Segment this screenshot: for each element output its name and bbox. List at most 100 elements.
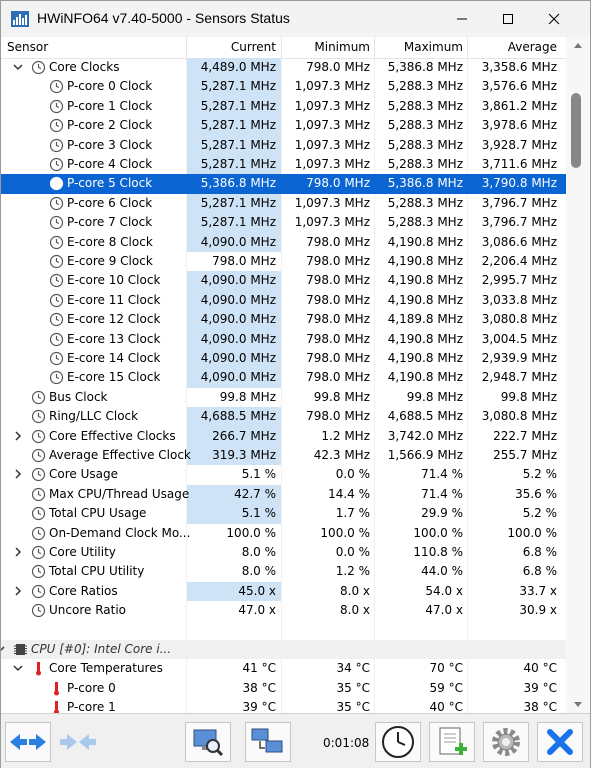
average-value: 2,939.9 MHz	[481, 351, 557, 365]
maximize-button[interactable]	[485, 1, 531, 37]
sensor-label: P-core 0 Clock	[67, 79, 153, 94]
sensor-row[interactable]: Core Utility 8.0 % 0.0 % 110.8 % 6.8 %	[1, 543, 566, 562]
current-value: 5,287.1 MHz	[200, 195, 276, 210]
sensor-row[interactable]: Core Temperatures 41 °C 34 °C 70 °C 40 °C	[1, 659, 566, 678]
sensor-row[interactable]: P-core 6 Clock 5,287.1 MHz 1,097.3 MHz 5,28…	[1, 193, 566, 214]
maximum-value: 47.0 x	[425, 603, 463, 618]
chevron-down-icon[interactable]	[13, 663, 23, 673]
chevron-down-icon[interactable]	[13, 62, 23, 72]
clock-sensor-icon	[49, 274, 64, 288]
minimum-value: 1.2 MHz	[321, 428, 370, 443]
chevron-down-icon[interactable]	[1, 644, 5, 654]
minimum-value: 42.3 MHz	[313, 448, 370, 462]
average-value	[468, 621, 557, 640]
sensor-row[interactable]: Total CPU Usage 5.1 % 1.7 % 29.9 % 5.2 %	[1, 504, 566, 524]
sensor-row[interactable]: P-core 4 Clock 5,287.1 MHz 1,097.3 MHz 5,28…	[1, 155, 566, 175]
sensor-row[interactable]: On-Demand Clock Mo... 100.0 % 100.0 % 100.0…	[1, 524, 566, 543]
sensor-row[interactable]: P-core 2 Clock 5,287.1 MHz 1,097.3 MHz 5,28…	[1, 116, 566, 136]
sensor-row[interactable]: E-core 12 Clock 4,090.0 MHz 798.0 MHz 4,189…	[1, 310, 566, 330]
logging-button[interactable]	[429, 722, 475, 762]
sensor-group-row[interactable]: CPU [#0]: Intel Core i...	[1, 640, 566, 660]
sensor-row[interactable]: Total CPU Utility 8.0 % 1.2 % 44.0 % 6.8 %	[1, 562, 566, 581]
current-value: 45.0 x	[238, 583, 276, 598]
sensor-row[interactable]: Core Ratios 45.0 x 8.0 x 54.0 x 33.7 x	[1, 581, 566, 602]
minimum-value: 34 °C	[336, 661, 370, 676]
sensor-label: P-core 3 Clock	[67, 137, 153, 152]
average-value: 3,086.6 MHz	[481, 234, 557, 249]
sensor-row[interactable]: E-core 10 Clock 4,090.0 MHz 798.0 MHz 4,190…	[1, 271, 566, 291]
thermometer-icon	[36, 662, 41, 676]
sensor-label: Ring/LLC Clock	[49, 409, 139, 424]
maximum-value	[375, 640, 463, 659]
chevron-right-icon[interactable]	[13, 469, 23, 479]
sensor-row[interactable]: E-core 8 Clock 4,090.0 MHz 798.0 MHz 4,190.…	[1, 232, 566, 252]
column-maximum[interactable]: Maximum	[375, 37, 463, 58]
sensor-row[interactable]: Average Effective Clock 319.3 MHz 42.3 MHz…	[1, 446, 566, 466]
sensor-label: P-core 2 Clock	[67, 118, 153, 133]
minimum-value: 798.0 MHz	[306, 292, 370, 307]
collapse-arrows-button[interactable]	[55, 722, 101, 762]
sensor-row[interactable]: E-core 14 Clock 4,090.0 MHz 798.0 MHz 4,190…	[1, 349, 566, 369]
column-current[interactable]: Current	[187, 37, 276, 58]
current-value: 319.3 MHz	[212, 448, 276, 462]
scroll-up-icon[interactable]	[573, 41, 583, 49]
sensor-row[interactable]: E-core 15 Clock 4,090.0 MHz 798.0 MHz 4,190…	[1, 368, 566, 388]
column-sensor[interactable]: Sensor	[7, 37, 48, 58]
clock-sensor-icon	[31, 545, 46, 560]
maximum-value	[375, 621, 463, 640]
sensor-row[interactable]: E-core 11 Clock 4,090.0 MHz 798.0 MHz 4,190…	[1, 290, 566, 311]
sensor-row[interactable]	[1, 621, 566, 640]
sensor-label: P-core 7 Clock	[67, 215, 153, 230]
close-sensors-button[interactable]	[537, 722, 583, 762]
network-button[interactable]	[245, 722, 291, 762]
sensor-row[interactable]: Core Usage 5.1 % 0.0 % 71.4 % 5.2 %	[1, 465, 566, 484]
sensor-row[interactable]: Uncore Ratio 47.0 x 8.0 x 47.0 x 30.9 x	[1, 601, 566, 620]
reset-timer-button[interactable]	[375, 722, 421, 762]
sensor-row[interactable]: P-core 1 Clock 5,287.1 MHz 1,097.3 MHz 5,28…	[1, 96, 566, 117]
clock-sensor-icon	[49, 351, 64, 366]
sensor-label: P-core 4 Clock	[67, 157, 153, 171]
sensor-row[interactable]: P-core 1 39 °C 35 °C 40 °C 38 °C	[1, 698, 566, 713]
close-icon	[548, 13, 560, 25]
column-header: Sensor Current Minimum Maximum Average	[1, 37, 566, 59]
sensor-label: Core Utility	[49, 545, 116, 559]
scrollbar-thumb[interactable]	[571, 93, 581, 168]
sensor-row[interactable]: Core Clocks 4,489.0 MHz 798.0 MHz 5,386.8 M…	[1, 58, 566, 78]
average-value: 38 °C	[523, 700, 557, 713]
minimum-value: 8.0 x	[340, 583, 370, 598]
chevron-right-icon[interactable]	[13, 547, 23, 557]
sensor-row[interactable]: Ring/LLC Clock 4,688.5 MHz 798.0 MHz 4,688.…	[1, 407, 566, 427]
average-value: 33.7 x	[519, 583, 557, 598]
minimum-value: 798.0 MHz	[306, 409, 370, 424]
sensor-row[interactable]: Bus Clock 99.8 MHz 99.8 MHz 99.8 MHz 99.8 MH…	[1, 388, 566, 407]
chevron-right-icon[interactable]	[13, 586, 23, 596]
current-value: 47.0 x	[238, 603, 276, 618]
scroll-down-icon[interactable]	[573, 701, 583, 709]
gear-icon	[492, 728, 520, 756]
sensor-label: E-core 14 Clock	[67, 351, 161, 365]
sensor-row[interactable]: E-core 13 Clock 4,090.0 MHz 798.0 MHz 4,190…	[1, 329, 566, 349]
sensor-row[interactable]: Max CPU/Thread Usage 42.7 % 14.4 % 71.4 % 35…	[1, 484, 566, 505]
average-value: 5.2 %	[522, 506, 557, 521]
sensor-row[interactable]: E-core 9 Clock 798.0 MHz 798.0 MHz 4,190.8 …	[1, 252, 566, 271]
navigate-back-forward-button[interactable]	[5, 722, 51, 762]
average-value: 39 °C	[523, 680, 557, 695]
sensor-row[interactable]: P-core 7 Clock 5,287.1 MHz 1,097.3 MHz 5,28…	[1, 213, 566, 233]
maximum-value: 5,288.3 MHz	[387, 98, 463, 113]
minimum-value: 14.4 %	[328, 486, 370, 501]
chevron-right-icon[interactable]	[13, 431, 23, 441]
settings-button[interactable]	[483, 722, 529, 762]
sensor-row[interactable]: P-core 0 38 °C 35 °C 59 °C 39 °C	[1, 679, 566, 698]
minimum-value: 99.8 MHz	[313, 389, 370, 404]
minimize-button[interactable]	[439, 1, 485, 37]
sensor-row[interactable]: P-core 0 Clock 5,287.1 MHz 1,097.3 MHz 5,28…	[1, 77, 566, 97]
column-average[interactable]: Average	[468, 37, 557, 58]
sensor-row[interactable]: P-core 3 Clock 5,287.1 MHz 1,097.3 MHz 5,28…	[1, 135, 566, 155]
sensor-row[interactable]: Core Effective Clocks 266.7 MHz 1.2 MHz 3,7…	[1, 426, 566, 446]
sensor-row[interactable]: P-core 5 Clock 5,386.8 MHz 798.0 MHz 5,386.…	[1, 174, 566, 194]
sensor-search-button[interactable]	[185, 722, 231, 762]
close-window-button[interactable]	[531, 1, 577, 37]
average-value: 30.9 x	[519, 603, 557, 618]
average-value: 3,033.8 MHz	[481, 292, 557, 307]
column-minimum[interactable]: Minimum	[282, 37, 370, 58]
